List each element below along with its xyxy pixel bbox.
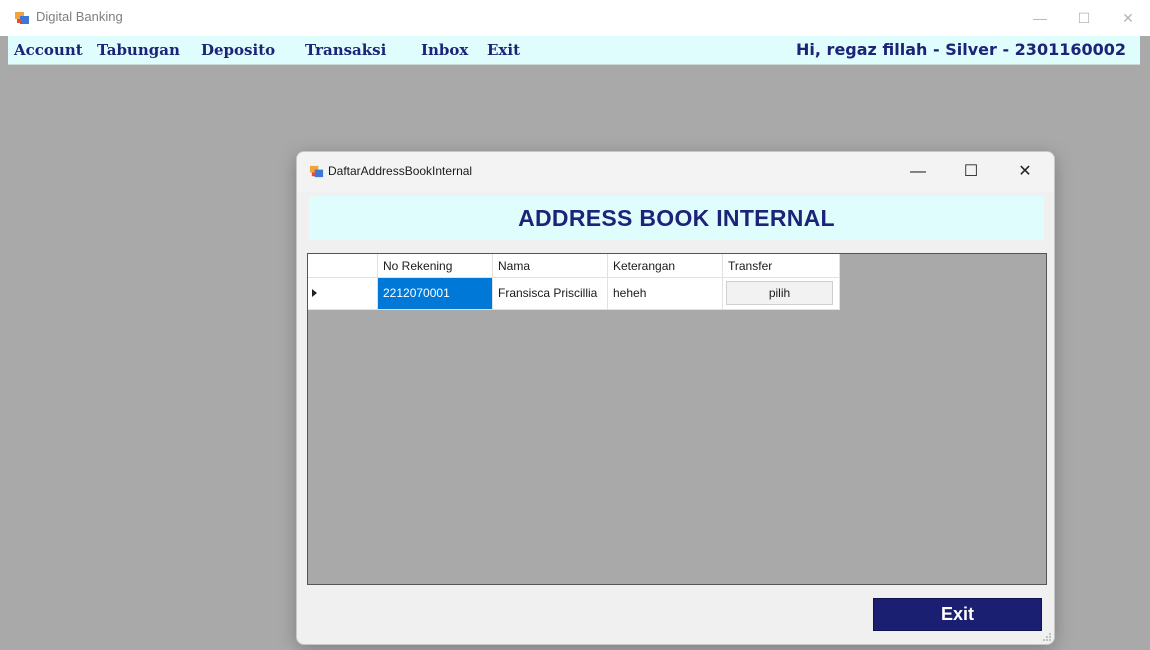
close-icon[interactable]: ✕ [1106,4,1150,32]
menu-inbox[interactable]: Inbox [421,41,468,59]
address-book-dialog: DaftarAddressBookInternal — ☐ ✕ ADDRESS … [296,151,1055,645]
column-header-keterangan[interactable]: Keterangan [608,254,723,278]
banner-title: ADDRESS BOOK INTERNAL [518,205,835,231]
exit-button[interactable]: Exit [873,598,1042,631]
minimize-icon[interactable]: — [1018,4,1062,32]
menubar: Account Tabungan Deposito Transaksi Inbo… [8,36,1140,65]
app-title: Digital Banking [36,9,123,24]
menu-deposito[interactable]: Deposito [201,41,275,59]
menu-transaksi[interactable]: Transaksi [305,41,386,59]
dialog-close-icon[interactable]: ✕ [1003,158,1047,186]
row-header[interactable] [308,278,378,310]
maximize-icon[interactable]: ☐ [1062,4,1106,32]
menu-tabungan[interactable]: Tabungan [97,41,180,59]
menu-exit[interactable]: Exit [487,41,520,59]
current-row-arrow-icon [312,289,317,297]
cell-nama[interactable]: Fransisca Priscillia [493,278,608,310]
column-header-nama[interactable]: Nama [493,254,608,278]
menu-account[interactable]: Account [14,41,83,59]
dialog-app-icon [309,165,324,178]
resize-grip-icon[interactable] [1042,632,1052,642]
dialog-minimize-icon[interactable]: — [896,158,940,186]
dialog-maximize-icon[interactable]: ☐ [949,158,993,186]
cell-transfer: pilih [723,278,840,310]
cell-no-rekening[interactable]: 2212070001 [378,278,493,310]
cell-keterangan[interactable]: heheh [608,278,723,310]
app-titlebar: Digital Banking — ☐ ✕ [0,0,1150,36]
dialog-title: DaftarAddressBookInternal [328,164,473,178]
dialog-titlebar[interactable]: DaftarAddressBookInternal — ☐ ✕ [297,152,1054,192]
column-header-no-rekening[interactable]: No Rekening [378,254,493,278]
row-header-corner [308,254,378,278]
pilih-button[interactable]: pilih [726,281,833,305]
address-book-grid[interactable]: No Rekening Nama Keterangan Transfer 221… [307,253,1047,585]
user-greeting: Hi, regaz fillah - Silver - 2301160002 [796,40,1126,59]
title-banner: ADDRESS BOOK INTERNAL [309,196,1044,240]
app-icon [15,12,29,24]
column-header-transfer[interactable]: Transfer [723,254,840,278]
